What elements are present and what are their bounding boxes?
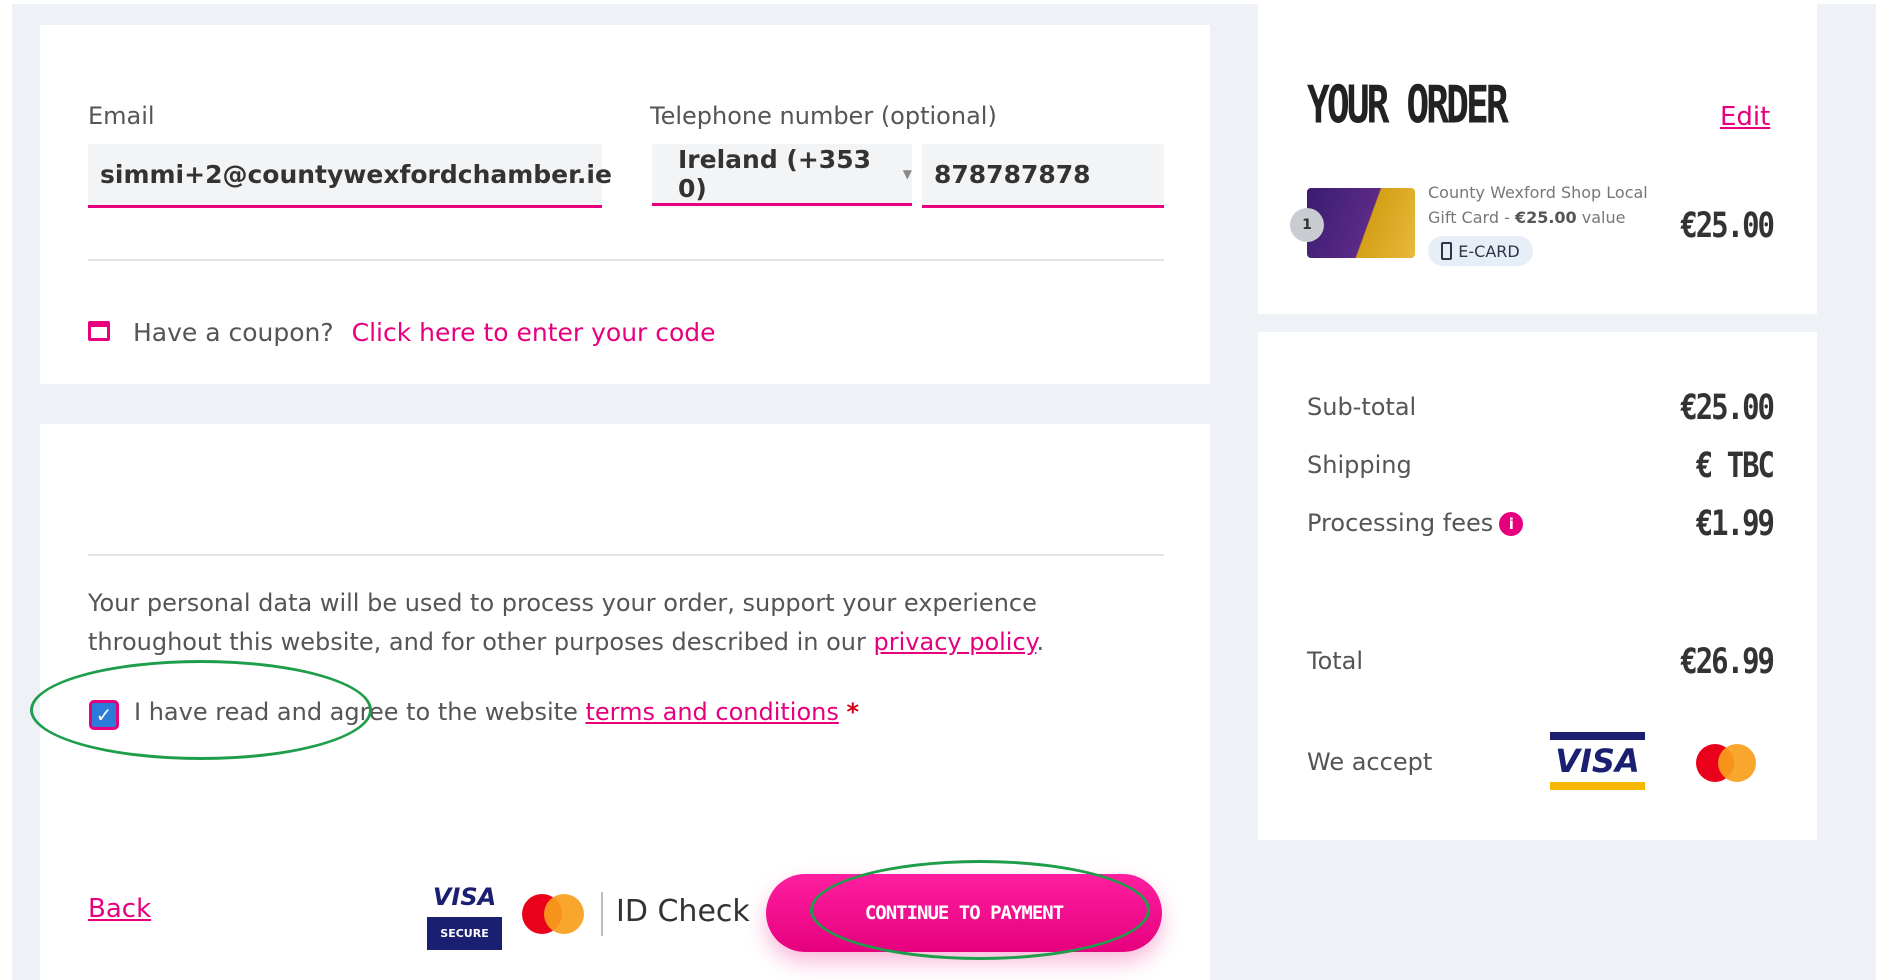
coupon-prompt: Have a coupon? [133, 318, 334, 347]
required-marker: * [846, 698, 860, 726]
coupon-icon [88, 321, 110, 341]
id-check-separator [601, 892, 603, 936]
privacy-text-line2: throughout this website, and for other p… [88, 623, 1178, 662]
shipping-value: € TBC [1695, 444, 1775, 486]
visa-secure-top-text: VISA [427, 877, 502, 917]
country-code-value: Ireland (+353 0) [678, 144, 871, 203]
order-summary-card [1258, 4, 1817, 314]
item-value-suffix: value [1576, 208, 1626, 227]
privacy-notice: Your personal data will be used to proce… [88, 584, 1178, 662]
coupon-link[interactable]: Click here to enter your code [352, 318, 716, 347]
info-icon[interactable]: i [1499, 512, 1524, 536]
processing-fees-row: Processing fees i [1307, 509, 1524, 537]
privacy-text-end: . [1036, 628, 1045, 656]
visa-secure-bottom-text: SECURE [440, 927, 489, 940]
email-input[interactable]: simmi+2@countywexfordchamber.ie [88, 144, 612, 208]
contact-divider [88, 259, 1164, 261]
privacy-text-line1: Your personal data will be used to proce… [88, 589, 1037, 617]
terms-divider [88, 554, 1164, 556]
item-value-line: Gift Card - €25.00 value [1428, 205, 1648, 230]
annotation-ellipse-continue [810, 860, 1150, 960]
terms-conditions-link[interactable]: terms and conditions [585, 698, 838, 726]
we-accept-label: We accept [1307, 748, 1433, 776]
mastercard-accept-icon [1696, 744, 1756, 782]
privacy-text-line2-body: throughout this website, and for other p… [88, 628, 866, 656]
email-label: Email [88, 102, 155, 130]
visa-secure-logo: VISA SECURE [427, 877, 502, 950]
processing-fees-value: €1.99 [1695, 502, 1775, 544]
visa-logo-text: VISA [1555, 742, 1640, 780]
back-link[interactable]: Back [88, 894, 151, 924]
processing-fees-label: Processing fees [1307, 509, 1494, 537]
item-quantity-badge: 1 [1290, 208, 1324, 242]
country-code-select[interactable]: Ireland (+353 0) ▼ [652, 144, 912, 206]
subtotal-label: Sub-total [1307, 393, 1417, 421]
annotation-ellipse-terms [30, 660, 372, 760]
shipping-label: Shipping [1307, 451, 1412, 479]
privacy-policy-link[interactable]: privacy policy [874, 628, 1037, 656]
chevron-down-icon: ▼ [902, 166, 912, 181]
total-label: Total [1307, 647, 1364, 675]
phone-icon [1441, 242, 1453, 260]
item-value-amount: €25.00 [1514, 208, 1577, 227]
edit-order-link[interactable]: Edit [1720, 102, 1770, 132]
ecard-badge: E-CARD [1428, 236, 1533, 266]
order-title: YOUR ORDER [1307, 75, 1509, 135]
item-value-prefix: Gift Card - [1428, 208, 1515, 227]
telephone-label: Telephone number (optional) [650, 102, 997, 130]
subtotal-value: €25.00 [1680, 386, 1775, 428]
coupon-row: Have a coupon? Click here to enter your … [133, 318, 716, 347]
visa-logo: VISA [1550, 732, 1645, 792]
item-price: €25.00 [1680, 204, 1775, 246]
id-check-label: ID Check [616, 894, 750, 929]
mastercard-icon [522, 894, 584, 934]
item-description: County Wexford Shop Local Gift Card - €2… [1428, 180, 1648, 230]
ecard-badge-label: E-CARD [1458, 241, 1520, 261]
item-name: County Wexford Shop Local [1428, 183, 1648, 202]
total-value: €26.99 [1680, 640, 1775, 682]
telephone-input[interactable]: 878787878 [922, 144, 1164, 208]
